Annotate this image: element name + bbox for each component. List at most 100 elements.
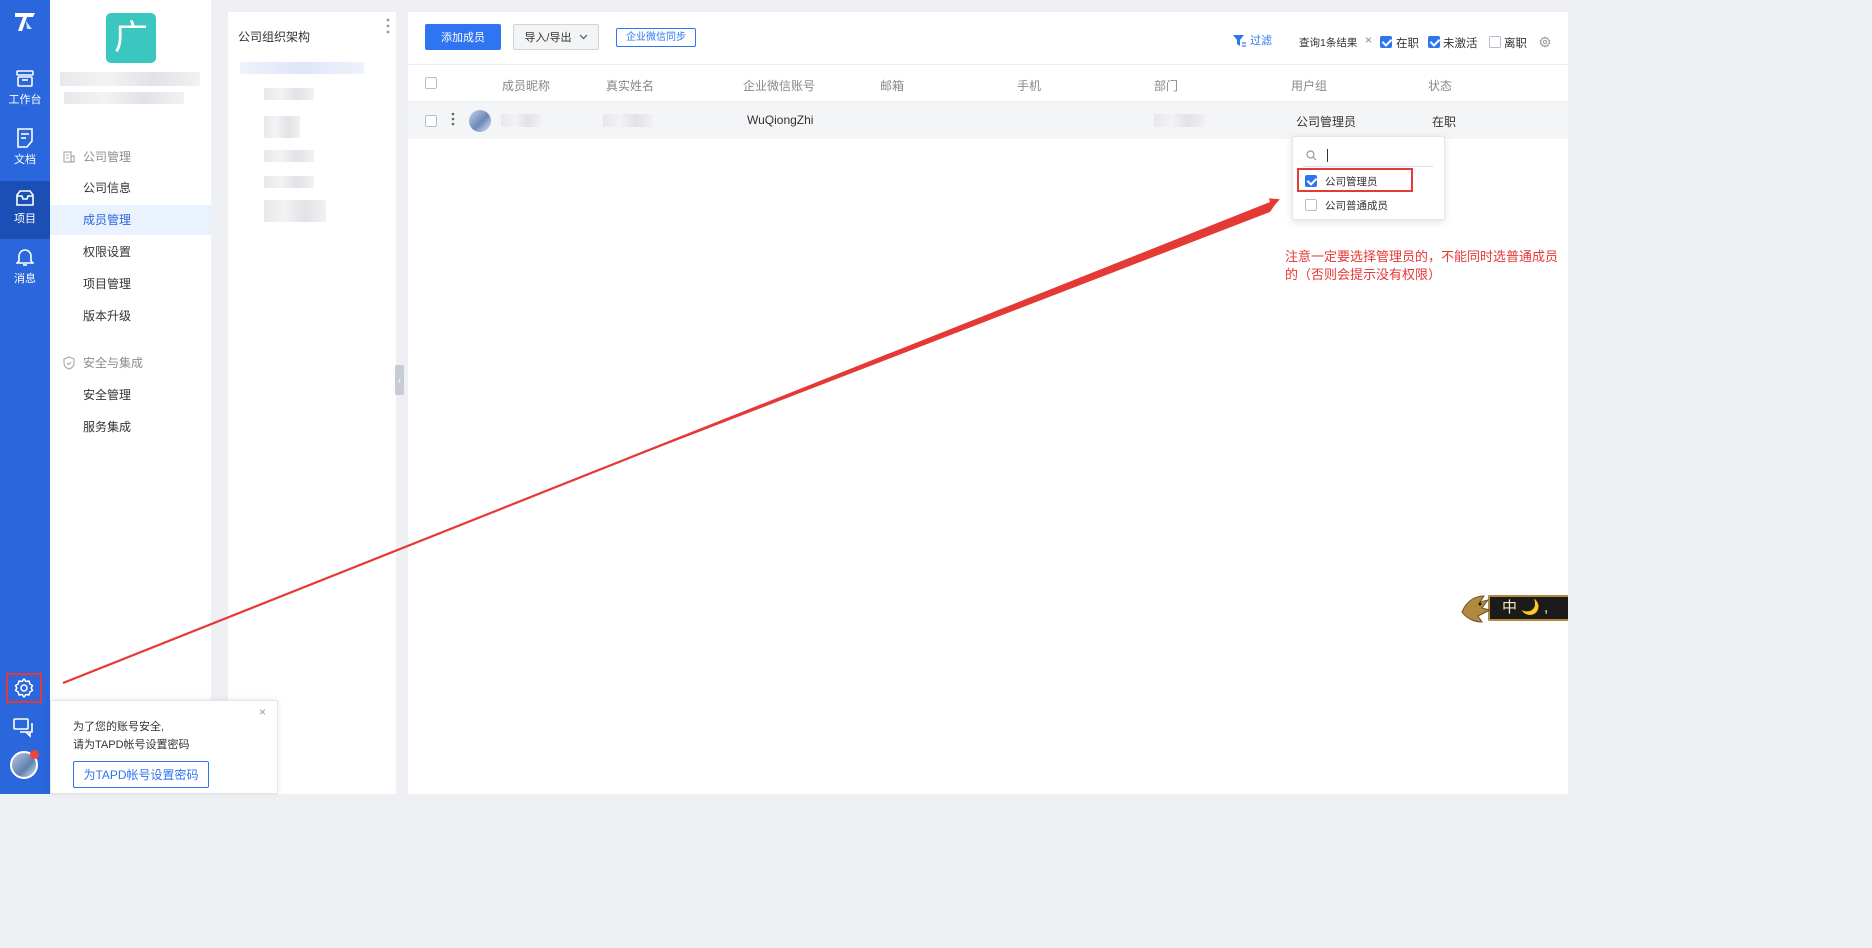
wechat-sync-button[interactable]: 企业微信同步 bbox=[616, 28, 696, 47]
text-caret bbox=[1327, 149, 1328, 162]
group-search-box[interactable] bbox=[1303, 145, 1433, 167]
feedback-button[interactable] bbox=[12, 716, 38, 742]
filter-resigned-label: 离职 bbox=[1504, 38, 1527, 50]
filter-label: 过滤 bbox=[1250, 35, 1272, 47]
popup-text-line2: 请为TAPD帐号设置密码 bbox=[73, 739, 190, 751]
panel-collapse-handle[interactable]: ‹ bbox=[395, 365, 404, 395]
chat-bubble-icon bbox=[12, 716, 38, 738]
org-structure-panel: 公司组织架构 bbox=[228, 12, 396, 794]
import-export-label: 导入/导出 bbox=[524, 32, 572, 44]
notification-dot bbox=[30, 750, 39, 759]
nav-rail: 工作台 文档 项目 消息 bbox=[0, 0, 50, 794]
rail-item-document[interactable]: 文档 bbox=[0, 121, 50, 179]
col-user-group[interactable]: 用户组 bbox=[1291, 77, 1327, 94]
member-user-group[interactable]: 公司管理员 bbox=[1296, 113, 1356, 130]
workbench-icon bbox=[0, 70, 50, 88]
option-company-member[interactable]: 公司普通成员 bbox=[1293, 194, 1446, 216]
tapd-logo-icon[interactable] bbox=[12, 9, 38, 35]
col-department[interactable]: 部门 bbox=[1154, 77, 1178, 94]
table-header: 成员昵称 真实姓名 企业微信账号 邮箱 手机 部门 用户组 状态 bbox=[408, 64, 1568, 102]
member-management-main: 添加成员 导入/导出 企业微信同步 过滤 查询1条结果 × 在职 未激活 离职 … bbox=[408, 12, 1568, 794]
rail-item-workbench[interactable]: 工作台 bbox=[0, 62, 50, 120]
select-all-checkbox[interactable] bbox=[425, 77, 437, 89]
col-nickname[interactable]: 成员昵称 bbox=[502, 77, 550, 94]
filter-icon bbox=[1233, 35, 1246, 47]
menu-item-permission-settings[interactable]: 权限设置 bbox=[50, 237, 211, 267]
rail-item-label: 项目 bbox=[14, 213, 36, 225]
gear-icon bbox=[8, 677, 40, 699]
more-vertical-icon[interactable] bbox=[386, 18, 394, 36]
user-avatar[interactable] bbox=[10, 750, 39, 779]
filter-inactive-checkbox[interactable] bbox=[1428, 36, 1440, 48]
popup-text-line1: 为了您的账号安全, bbox=[73, 721, 165, 733]
project-icon bbox=[0, 189, 50, 207]
column-settings-gear-icon[interactable] bbox=[1539, 36, 1551, 48]
settings-button[interactable] bbox=[6, 673, 42, 703]
import-export-dropdown[interactable]: 导入/导出 bbox=[513, 24, 599, 50]
col-phone[interactable]: 手机 bbox=[1017, 77, 1041, 94]
col-realname[interactable]: 真实姓名 bbox=[606, 77, 654, 94]
rail-item-label: 工作台 bbox=[8, 94, 42, 106]
menu-item-version-upgrade[interactable]: 版本升级 bbox=[50, 301, 211, 331]
chevron-down-icon bbox=[579, 34, 588, 40]
group-search-input[interactable] bbox=[1331, 147, 1427, 165]
org-node-redacted[interactable] bbox=[264, 176, 314, 188]
dragon-ornament-icon bbox=[1458, 590, 1498, 626]
result-count: 查询1条结果 bbox=[1299, 37, 1358, 49]
org-node-redacted[interactable] bbox=[264, 150, 314, 162]
company-name-redacted bbox=[60, 72, 200, 86]
clear-results-icon[interactable]: × bbox=[1365, 33, 1372, 47]
shield-icon bbox=[63, 356, 75, 370]
col-email[interactable]: 邮箱 bbox=[880, 77, 904, 94]
filter-active-label: 在职 bbox=[1396, 38, 1419, 50]
annotation-highlight-box bbox=[1297, 168, 1413, 192]
section-label: 公司管理 bbox=[83, 150, 132, 164]
section-label: 安全与集成 bbox=[83, 356, 144, 370]
ime-status-text: 中 🌙 , bbox=[1488, 595, 1568, 621]
col-status[interactable]: 状态 bbox=[1428, 77, 1452, 94]
menu-item-security-management[interactable]: 安全管理 bbox=[50, 380, 211, 410]
building-icon bbox=[63, 151, 75, 163]
company-logo: 广 bbox=[106, 13, 156, 63]
document-icon bbox=[0, 128, 50, 148]
section-security-integration: 安全与集成 bbox=[62, 354, 143, 372]
org-node-redacted[interactable] bbox=[264, 200, 326, 222]
filter-resigned-checkbox[interactable] bbox=[1489, 36, 1501, 48]
member-avatar bbox=[469, 110, 491, 132]
option-company-member-checkbox[interactable] bbox=[1305, 199, 1317, 211]
company-subtitle-redacted bbox=[64, 92, 184, 104]
close-icon[interactable]: × bbox=[259, 705, 266, 719]
option-label: 公司普通成员 bbox=[1325, 200, 1388, 212]
row-checkbox[interactable] bbox=[425, 115, 437, 127]
menu-item-company-info[interactable]: 公司信息 bbox=[50, 173, 211, 203]
annotation-note: 注意一定要选择管理员的，不能同时选普通成员的（否则会提示没有权限） bbox=[1285, 249, 1559, 282]
member-wechat-account: WuQiongZhi bbox=[747, 113, 814, 127]
member-nickname-redacted bbox=[501, 114, 541, 127]
rail-item-label: 文档 bbox=[14, 154, 36, 166]
org-node-redacted[interactable] bbox=[264, 116, 300, 138]
menu-item-service-integration[interactable]: 服务集成 bbox=[50, 412, 211, 442]
menu-item-member-management[interactable]: 成员管理 bbox=[50, 205, 211, 235]
filter-inactive-label: 未激活 bbox=[1443, 38, 1478, 50]
row-more-icon[interactable] bbox=[451, 112, 455, 126]
member-realname-redacted bbox=[603, 114, 653, 127]
org-panel-title: 公司组织架构 bbox=[238, 30, 311, 44]
col-wechat-account[interactable]: 企业微信账号 bbox=[743, 77, 815, 94]
user-group-dropdown: 公司管理员 公司普通成员 bbox=[1292, 136, 1445, 220]
member-status: 在职 bbox=[1432, 115, 1457, 129]
org-node-root-redacted[interactable] bbox=[240, 62, 364, 74]
rail-item-message[interactable]: 消息 bbox=[0, 240, 50, 298]
filter-button[interactable]: 过滤 bbox=[1232, 33, 1272, 49]
org-node-redacted[interactable] bbox=[264, 88, 314, 100]
member-department-redacted bbox=[1154, 114, 1206, 127]
table-row[interactable]: WuQiongZhi 公司管理员 在职 bbox=[408, 102, 1568, 139]
set-password-button[interactable]: 为TAPD帐号设置密码 bbox=[73, 761, 209, 788]
bell-icon bbox=[0, 247, 50, 267]
rail-item-project[interactable]: 项目 bbox=[0, 181, 50, 239]
ime-floating-widget[interactable]: 中 🌙 , bbox=[1458, 590, 1568, 626]
section-company-management: 公司管理 bbox=[62, 148, 131, 166]
menu-item-project-management[interactable]: 项目管理 bbox=[50, 269, 211, 299]
security-password-popup: × 为了您的账号安全, 请为TAPD帐号设置密码 为TAPD帐号设置密码 bbox=[50, 700, 278, 794]
filter-active-checkbox[interactable] bbox=[1380, 36, 1392, 48]
add-member-button[interactable]: 添加成员 bbox=[425, 24, 501, 50]
